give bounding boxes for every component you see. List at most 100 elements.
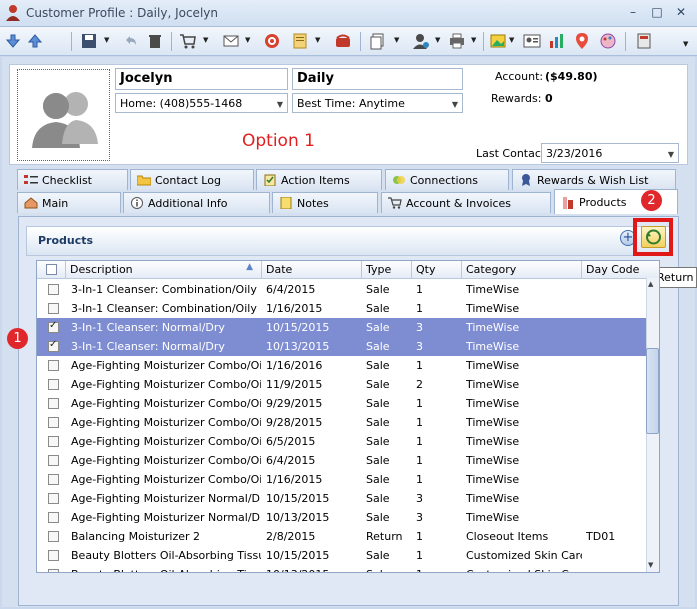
row-checkbox[interactable] [48, 569, 59, 572]
table-row[interactable]: 3-In-1 Cleanser: Combination/Oily 6/4/201… [37, 280, 647, 299]
table-row[interactable]: Beauty Blotters Oil-Absorbing Tissues 10/… [37, 565, 647, 572]
customer-photo[interactable] [17, 69, 110, 161]
chevron-down-icon[interactable]: ▼ [435, 37, 442, 44]
tab-checklist[interactable]: Checklist [17, 169, 128, 190]
chevron-down-icon[interactable]: ▼ [315, 37, 322, 44]
copy-icon[interactable] [368, 31, 388, 51]
products-grid: Description ▲ Date Type Qty Category Day … [36, 260, 660, 573]
table-row[interactable]: Age-Fighting Moisturizer Normal/Dry 10/13… [37, 508, 647, 527]
row-checkbox[interactable] [48, 417, 59, 428]
scroll-down-icon[interactable]: ▼ [648, 561, 653, 569]
cell-type: Sale [366, 321, 390, 334]
table-row[interactable]: Age-Fighting Moisturizer Combo/Oily 9/29/… [37, 394, 647, 413]
tab-account-invoices[interactable]: Account & Invoices [381, 192, 551, 213]
phone-select[interactable]: Home: (408)555-1468 ▼ [115, 93, 288, 113]
chart-icon[interactable] [547, 31, 567, 51]
table-row[interactable]: Age-Fighting Moisturizer Combo/Oily 6/5/2… [37, 432, 647, 451]
table-row[interactable]: Balancing Moisturizer 2 2/8/2015 Return 1 Cl… [37, 527, 647, 546]
cell-qty: 1 [416, 549, 423, 562]
last-contact-date[interactable]: 3/23/2016 ▼ [541, 143, 679, 163]
maximize-button[interactable]: □ [648, 5, 666, 19]
row-checkbox[interactable] [48, 320, 59, 333]
cart-icon[interactable] [178, 31, 198, 51]
mail-icon[interactable] [221, 31, 241, 51]
cell-type: Sale [366, 511, 390, 524]
tab-contact-log[interactable]: Contact Log [130, 169, 254, 190]
tab-main[interactable]: Main [17, 192, 121, 213]
phone-icon[interactable] [333, 31, 353, 51]
column-header-type[interactable]: Type [362, 261, 412, 279]
row-checkbox[interactable] [48, 436, 59, 447]
column-header-category[interactable]: Category [462, 261, 582, 279]
row-checkbox[interactable] [48, 493, 59, 504]
table-row[interactable]: Age-Fighting Moisturizer Combo/Oily 6/4/2… [37, 451, 647, 470]
tab-additional-info[interactable]: Additional Info [123, 192, 270, 213]
tab-connections[interactable]: Connections [385, 169, 509, 190]
table-row[interactable]: 3-In-1 Cleanser: Combination/Oily 1/16/20… [37, 299, 647, 318]
column-header-date[interactable]: Date [262, 261, 362, 279]
last-name-field[interactable]: Daily [292, 68, 463, 90]
image-icon[interactable] [488, 31, 508, 51]
row-checkbox[interactable] [48, 531, 59, 542]
select-all-header[interactable] [37, 261, 66, 279]
printer-icon[interactable] [447, 31, 467, 51]
arrow-down-icon[interactable] [3, 31, 23, 51]
row-checkbox[interactable] [48, 379, 59, 390]
row-checkbox[interactable] [48, 360, 59, 371]
arrow-up-icon[interactable] [25, 31, 45, 51]
table-row[interactable]: 3-In-1 Cleanser: Normal/Dry 10/15/2015 Sal… [37, 318, 647, 337]
notes-icon[interactable] [290, 31, 310, 51]
best-time-select[interactable]: Best Time: Anytime ▼ [292, 93, 463, 113]
cell-category: TimeWise [466, 473, 520, 486]
tab-label: Account & Invoices [406, 196, 512, 210]
first-name-field[interactable]: Jocelyn [115, 68, 288, 90]
table-row[interactable]: Age-Fighting Moisturizer Normal/Dry 10/15… [37, 489, 647, 508]
row-checkbox[interactable] [48, 550, 59, 561]
palette-icon[interactable] [598, 31, 618, 51]
chevron-down-icon[interactable]: ▼ [394, 37, 401, 44]
table-row[interactable]: Beauty Blotters Oil-Absorbing Tissues 10/… [37, 546, 647, 565]
chevron-down-icon[interactable]: ▼ [245, 37, 252, 44]
rewards-label: Rewards: [491, 92, 542, 105]
map-pin-icon[interactable] [572, 31, 592, 51]
row-checkbox[interactable] [48, 512, 59, 523]
table-row[interactable]: 3-In-1 Cleanser: Normal/Dry 10/13/2015 Sal… [37, 337, 647, 356]
user-settings-icon[interactable] [411, 31, 431, 51]
note-icon [279, 196, 293, 210]
row-checkbox[interactable] [48, 339, 59, 352]
calculator-icon[interactable] [634, 31, 654, 51]
row-checkbox[interactable] [48, 474, 59, 485]
tab-action-items[interactable]: Action Items [256, 169, 382, 190]
close-button[interactable]: ✕ [672, 5, 690, 19]
chevron-down-icon[interactable]: ▼ [471, 37, 478, 44]
minimize-button[interactable]: – [624, 5, 642, 19]
row-checkbox[interactable] [48, 455, 59, 466]
select-all-checkbox[interactable] [46, 264, 57, 275]
column-header-qty[interactable]: Qty [412, 261, 462, 279]
undo-icon[interactable] [120, 31, 140, 51]
table-row[interactable]: Age-Fighting Moisturizer Combo/Oily 9/28/… [37, 413, 647, 432]
chevron-down-icon[interactable]: ▼ [203, 37, 210, 44]
chevron-down-icon[interactable]: ▼ [104, 37, 111, 44]
toolbar-overflow-icon[interactable]: ▼ [683, 41, 690, 48]
row-checkbox[interactable] [48, 398, 59, 409]
scroll-up-icon[interactable]: ▲ [648, 280, 653, 288]
row-checkbox[interactable] [48, 284, 59, 295]
table-row[interactable]: Age-Fighting Moisturizer Combo/Oily 11/9/… [37, 375, 647, 394]
save-icon[interactable] [79, 31, 99, 51]
contact-card-icon[interactable] [522, 31, 542, 51]
table-row[interactable]: Age-Fighting Moisturizer Combo/Oily 1/16/… [37, 470, 647, 489]
column-header-day-code[interactable]: Day Code [582, 261, 659, 279]
table-row[interactable]: Age-Fighting Moisturizer Combo/Oily 1/16/… [37, 356, 647, 375]
cell-description: Age-Fighting Moisturizer Normal/Dry [71, 511, 261, 524]
row-checkbox[interactable] [48, 303, 59, 314]
cell-description: 3-In-1 Cleanser: Normal/Dry [71, 340, 225, 353]
column-header-description[interactable]: Description ▲ [66, 261, 262, 279]
tab-notes[interactable]: Notes [272, 192, 378, 213]
trash-icon[interactable] [145, 31, 165, 51]
title-bar: Customer Profile : Daily, Jocelyn – □ ✕ [0, 0, 697, 27]
target-icon[interactable] [262, 31, 282, 51]
chevron-down-icon[interactable]: ▼ [509, 37, 516, 44]
scrollbar-thumb[interactable] [646, 348, 659, 434]
tab-rewards-wish-list[interactable]: Rewards & Wish List [512, 169, 676, 190]
